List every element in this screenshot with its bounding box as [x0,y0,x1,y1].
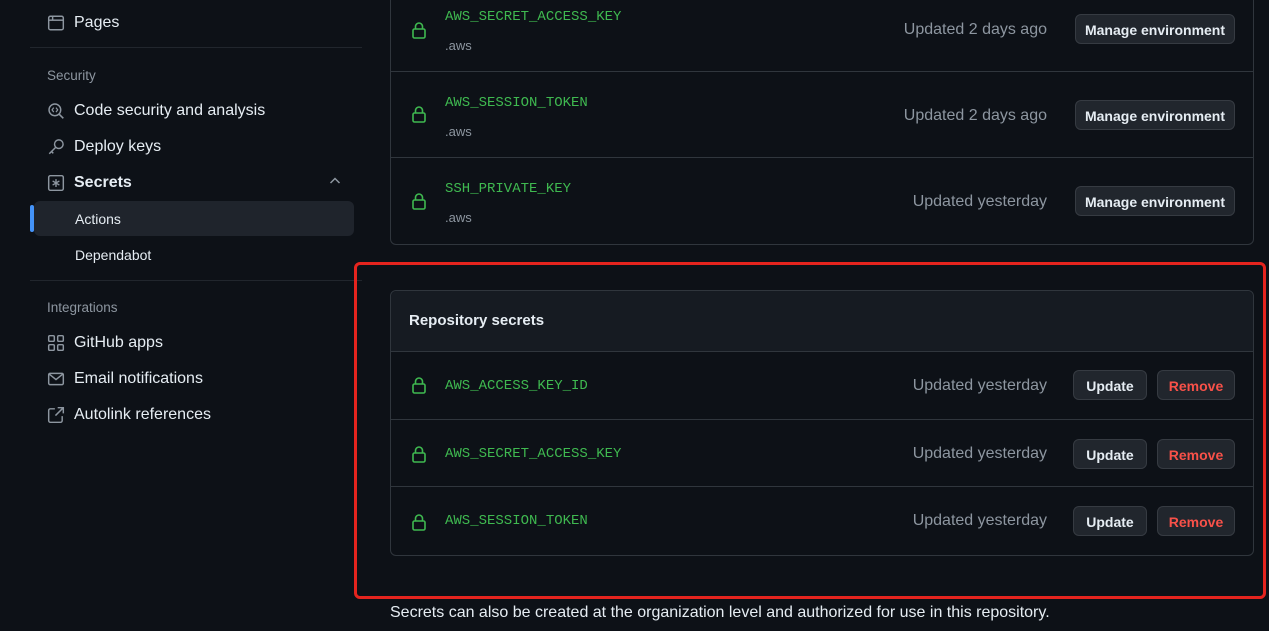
environment-label[interactable]: .aws [445,124,472,139]
sidebar-item-label: Deploy keys [74,138,162,155]
sidebar-subitem-actions[interactable]: Actions [75,211,121,227]
secret-name: SSH_PRIVATE_KEY [445,181,572,197]
updated-timestamp: Updated 2 days ago [903,21,1047,38]
table-row: SSH_PRIVATE_KEY .aws Updated yesterday M… [391,157,1253,245]
cross-reference-icon [47,406,65,424]
remove-button[interactable]: Remove [1157,439,1235,469]
browser-icon [47,15,65,31]
sidebar-item-label: Code security and analysis [74,102,266,119]
settings-sidebar: Pages Security Code security and analysi… [0,0,370,631]
secret-name: AWS_SECRET_ACCESS_KEY [445,446,622,462]
apps-icon [47,334,65,352]
sidebar-item-email-notifications[interactable]: Email notifications [47,365,203,393]
secret-name: AWS_SESSION_TOKEN [445,95,588,111]
table-row: AWS_SESSION_TOKEN Updated yesterday Upda… [391,486,1253,555]
sidebar-item-label: GitHub apps [74,334,163,351]
updated-timestamp: Updated yesterday [912,377,1047,394]
table-row: AWS_SECRET_ACCESS_KEY Updated yesterday … [391,419,1253,487]
sidebar-divider [30,47,362,48]
environment-label[interactable]: .aws [445,38,472,53]
update-button[interactable]: Update [1073,439,1147,469]
lock-icon [412,193,426,210]
lock-icon [412,377,426,394]
manage-environment-button[interactable]: Manage environment [1075,100,1235,130]
updated-timestamp: Updated yesterday [912,512,1047,529]
sidebar-heading-security: Security [47,68,96,83]
sidebar-item-label: Pages [74,14,120,31]
sidebar-item-deploy-keys[interactable]: Deploy keys [47,133,161,161]
section-title: Repository secrets [409,312,545,329]
remove-button[interactable]: Remove [1157,370,1235,400]
sidebar-item-autolink-references[interactable]: Autolink references [47,401,211,429]
updated-timestamp: Updated 2 days ago [903,107,1047,124]
secret-name: AWS_ACCESS_KEY_ID [445,378,588,394]
sidebar-item-github-apps[interactable]: GitHub apps [47,329,163,357]
sidebar-item-label: Secrets [74,174,132,191]
lock-icon [412,22,426,39]
mail-icon [47,372,65,386]
remove-button[interactable]: Remove [1157,506,1235,536]
sidebar-subitem-dependabot[interactable]: Dependabot [75,247,151,263]
sidebar-active-indicator [30,205,34,232]
sidebar-item-pages[interactable]: Pages [47,9,119,37]
update-button[interactable]: Update [1073,506,1147,536]
asterisk-icon [47,174,65,192]
sidebar-item-label: Email notifications [74,370,203,387]
lock-icon [412,446,426,463]
environment-secrets-box: AWS_SECRET_ACCESS_KEY .aws Updated 2 day… [390,0,1254,245]
updated-timestamp: Updated yesterday [912,445,1047,462]
updated-timestamp: Updated yesterday [912,193,1047,210]
repository-secrets-header: Repository secrets [391,291,1253,352]
repository-secrets-box: Repository secrets AWS_ACCESS_KEY_ID Upd… [390,290,1254,556]
sidebar-item-code-security[interactable]: Code security and analysis [47,97,265,125]
table-row: AWS_ACCESS_KEY_ID Updated yesterday Upda… [391,352,1253,419]
lock-icon [412,514,426,531]
environment-label[interactable]: .aws [445,210,472,225]
manage-environment-button[interactable]: Manage environment [1075,14,1235,44]
key-icon [48,139,64,155]
chevron-up-icon[interactable] [327,173,343,189]
sidebar-item-label: Autolink references [74,406,211,423]
sidebar-item-secrets[interactable]: Secrets [47,169,132,197]
secret-name: AWS_SECRET_ACCESS_KEY [445,9,622,25]
table-row: AWS_SECRET_ACCESS_KEY .aws Updated 2 day… [391,0,1253,71]
codescan-icon [48,103,64,119]
sidebar-heading-integrations: Integrations [47,300,118,315]
organization-secrets-note: Secrets can also be created at the organ… [390,604,1050,621]
sidebar-divider [30,280,362,281]
update-button[interactable]: Update [1073,370,1147,400]
manage-environment-button[interactable]: Manage environment [1075,186,1235,216]
secret-name: AWS_SESSION_TOKEN [445,513,588,529]
table-row: AWS_SESSION_TOKEN .aws Updated 2 days ag… [391,71,1253,158]
lock-icon [412,106,426,123]
